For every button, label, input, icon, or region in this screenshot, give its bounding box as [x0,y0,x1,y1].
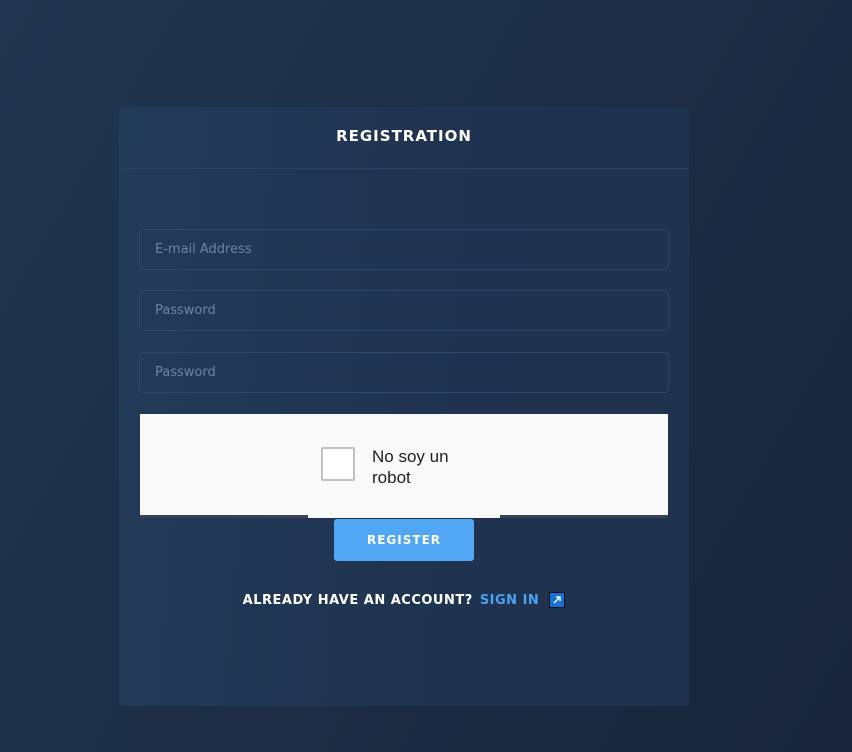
confirm-password-field[interactable] [139,352,669,393]
captcha-label: No soy un robot [372,447,449,487]
password-field[interactable] [139,290,669,331]
registration-card: REGISTRATION No soy un robot REGISTER AL… [119,107,689,706]
card-header: REGISTRATION [119,107,689,169]
external-link-icon[interactable] [549,592,566,608]
signin-prompt: ALREADY HAVE AN ACCOUNT? [242,593,473,608]
email-field[interactable] [139,229,669,270]
captcha-bottom-gap [308,515,500,518]
captcha-widget: No soy un robot [140,414,668,518]
signin-row: ALREADY HAVE AN ACCOUNT? SIGN IN [119,592,689,608]
signin-link[interactable]: SIGN IN [480,593,540,608]
register-button[interactable]: REGISTER [334,519,474,561]
card-title: REGISTRATION [336,127,472,145]
captcha-checkbox[interactable] [321,447,355,481]
